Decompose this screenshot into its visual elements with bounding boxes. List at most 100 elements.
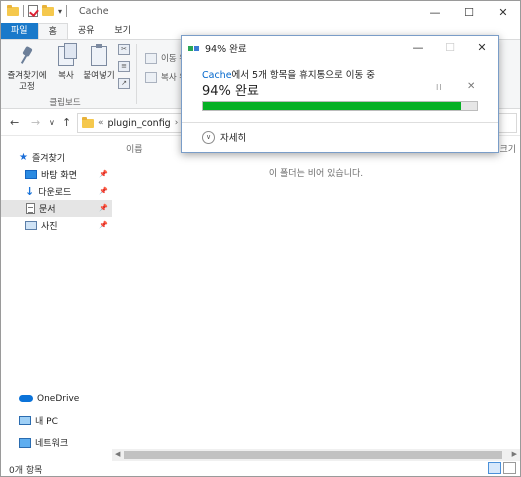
column-header-size[interactable]: 크기 bbox=[499, 142, 516, 155]
sidebar-item-documents[interactable]: 문서 📌 bbox=[1, 200, 112, 217]
customize-toolbar-icon[interactable]: ▾ bbox=[58, 7, 62, 16]
progress-fill bbox=[203, 102, 461, 110]
empty-folder-message: 이 폴더는 비어 있습니다. bbox=[268, 169, 364, 179]
operation-description: Cache에서 5개 항목을 휴지통으로 이동 중 bbox=[202, 67, 375, 81]
cancel-button[interactable]: ✕ bbox=[467, 81, 475, 92]
breadcrumb-plugin-config[interactable]: plugin_config bbox=[108, 118, 171, 129]
back-icon[interactable]: ← bbox=[10, 116, 19, 129]
pin-icon bbox=[20, 46, 34, 68]
tab-home[interactable]: 홈 bbox=[37, 23, 68, 39]
copy-label: 복사 bbox=[58, 71, 74, 81]
close-button[interactable]: ✕ bbox=[486, 1, 520, 23]
file-list[interactable]: 이름 크기 이 폴더는 비어 있습니다. bbox=[112, 137, 520, 449]
copy-path-icon[interactable]: ≡ bbox=[118, 61, 130, 72]
star-icon: ★ bbox=[19, 152, 28, 163]
scroll-right-icon[interactable]: ▶ bbox=[512, 450, 517, 458]
more-details-label: 자세히 bbox=[220, 133, 247, 144]
scroll-left-icon[interactable]: ◀ bbox=[115, 450, 120, 458]
sidebar-item-desktop[interactable]: 바탕 화면 📌 bbox=[1, 166, 112, 183]
cut-icon[interactable]: ✂ bbox=[118, 44, 130, 55]
path-overflow-icon[interactable]: « bbox=[98, 118, 104, 128]
chevron-down-icon: ∨ bbox=[202, 130, 215, 144]
sidebar-item-label: 내 PC bbox=[35, 417, 58, 427]
computer-icon bbox=[19, 416, 31, 425]
column-header-name[interactable]: 이름 bbox=[126, 142, 143, 155]
dialog-title-bar: 94% 완료 bbox=[188, 41, 247, 55]
horizontal-scrollbar[interactable]: ◀ ▶ bbox=[112, 449, 520, 461]
dialog-separator bbox=[182, 122, 498, 123]
scrollbar-thumb[interactable] bbox=[124, 451, 502, 459]
up-icon[interactable]: ↑ bbox=[62, 116, 71, 129]
progress-bar bbox=[202, 101, 478, 111]
quick-access-toolbar: ▾ bbox=[7, 4, 68, 17]
network-icon bbox=[19, 437, 31, 448]
cloud-icon bbox=[19, 395, 33, 402]
dialog-title: 94% 완료 bbox=[205, 44, 247, 55]
sidebar-item-label: 바탕 화면 bbox=[41, 171, 77, 181]
desktop-icon bbox=[25, 170, 37, 179]
status-bar: 0개 항목 bbox=[1, 461, 520, 476]
large-icons-view-icon[interactable] bbox=[503, 462, 516, 474]
paste-button[interactable]: 붙여넣기 bbox=[81, 44, 117, 82]
toolbar-separator bbox=[23, 5, 24, 17]
move-to-icon bbox=[145, 52, 157, 64]
folder-icon bbox=[7, 4, 19, 16]
pause-button[interactable]: II bbox=[436, 83, 443, 92]
pin-label-line2: 고정 bbox=[19, 82, 35, 92]
pin-icon: 📌 bbox=[99, 187, 108, 195]
sidebar-item-downloads[interactable]: ↓ 다운로드 📌 bbox=[1, 183, 112, 200]
details-view-icon[interactable] bbox=[488, 462, 501, 474]
breadcrumb-chevron-icon[interactable]: › bbox=[175, 118, 179, 128]
sidebar-item-pictures[interactable]: 사진 📌 bbox=[1, 217, 112, 234]
item-count: 0개 항목 bbox=[9, 466, 43, 476]
paste-icon bbox=[91, 44, 107, 66]
tab-file[interactable]: 파일 bbox=[1, 23, 38, 39]
dialog-close-button[interactable]: ✕ bbox=[466, 36, 498, 58]
sidebar-item-this-pc[interactable]: 내 PC bbox=[1, 412, 112, 429]
sidebar-item-label: 다운로드 bbox=[38, 188, 72, 198]
more-details-button[interactable]: ∨ 자세히 bbox=[202, 130, 246, 144]
clipboard-small-actions: ✂ ≡ ↗ bbox=[118, 44, 130, 89]
title-bar: ▾ Cache — ☐ ✕ bbox=[1, 1, 520, 23]
delete-progress-dialog: 94% 완료 — ☐ ✕ Cache에서 5개 항목을 휴지통으로 이동 중 9… bbox=[181, 35, 499, 153]
forward-icon[interactable]: → bbox=[31, 116, 40, 129]
properties-icon[interactable] bbox=[28, 5, 38, 17]
sidebar-item-label: 문서 bbox=[39, 205, 56, 215]
sidebar-item-quick-access[interactable]: ★ 즐겨찾기 bbox=[1, 149, 112, 166]
tab-view[interactable]: 보기 bbox=[104, 23, 141, 39]
sidebar-item-label: 네트워크 bbox=[35, 439, 69, 449]
copy-icon bbox=[58, 43, 77, 66]
sidebar-item-label: 즐겨찾기 bbox=[31, 154, 66, 164]
pin-icon: 📌 bbox=[99, 221, 108, 229]
sidebar-item-label: OneDrive bbox=[37, 393, 80, 404]
window-title: Cache bbox=[79, 6, 109, 17]
sidebar-item-network[interactable]: 네트워크 bbox=[1, 434, 112, 451]
copy-button[interactable]: 복사 bbox=[53, 43, 79, 82]
pin-label-line1: 즐겨찾기에 bbox=[7, 71, 47, 81]
group-separator bbox=[136, 44, 137, 104]
paste-label: 붙여넣기 bbox=[83, 71, 115, 81]
toolbar-separator bbox=[66, 5, 68, 17]
sidebar-item-onedrive[interactable]: OneDrive bbox=[1, 390, 112, 407]
new-folder-icon[interactable] bbox=[42, 4, 54, 16]
tab-share[interactable]: 공유 bbox=[68, 23, 105, 39]
recent-locations-icon[interactable]: ∨ bbox=[49, 118, 55, 127]
minimize-button[interactable]: — bbox=[418, 1, 452, 23]
copy-to-icon bbox=[145, 71, 157, 83]
window-controls: — ☐ ✕ bbox=[418, 1, 520, 23]
download-icon: ↓ bbox=[25, 185, 35, 198]
paste-shortcut-icon[interactable]: ↗ bbox=[118, 78, 130, 89]
file-operation-icon bbox=[188, 44, 200, 53]
sidebar-item-label: 사진 bbox=[41, 222, 58, 232]
clipboard-group-label: 클립보드 bbox=[49, 98, 81, 108]
view-switcher bbox=[488, 462, 516, 474]
dialog-minimize-button[interactable]: — bbox=[402, 36, 434, 58]
pin-to-quick-access-button[interactable]: 즐겨찾기에 고정 bbox=[5, 46, 49, 93]
pin-icon: 📌 bbox=[99, 170, 108, 178]
dialog-controls: — ☐ ✕ bbox=[402, 36, 498, 58]
maximize-button[interactable]: ☐ bbox=[452, 1, 486, 23]
percent-complete: 94% 완료 bbox=[202, 84, 259, 99]
folder-icon bbox=[82, 116, 94, 128]
explorer-window: ▾ Cache — ☐ ✕ 파일 홈 공유 보기 즐겨찾기에 고정 복사 붙여넣… bbox=[0, 0, 521, 477]
navigation-pane: ★ 즐겨찾기 바탕 화면 📌 ↓ 다운로드 📌 문서 📌 사진 📌 OneDri… bbox=[1, 137, 112, 459]
